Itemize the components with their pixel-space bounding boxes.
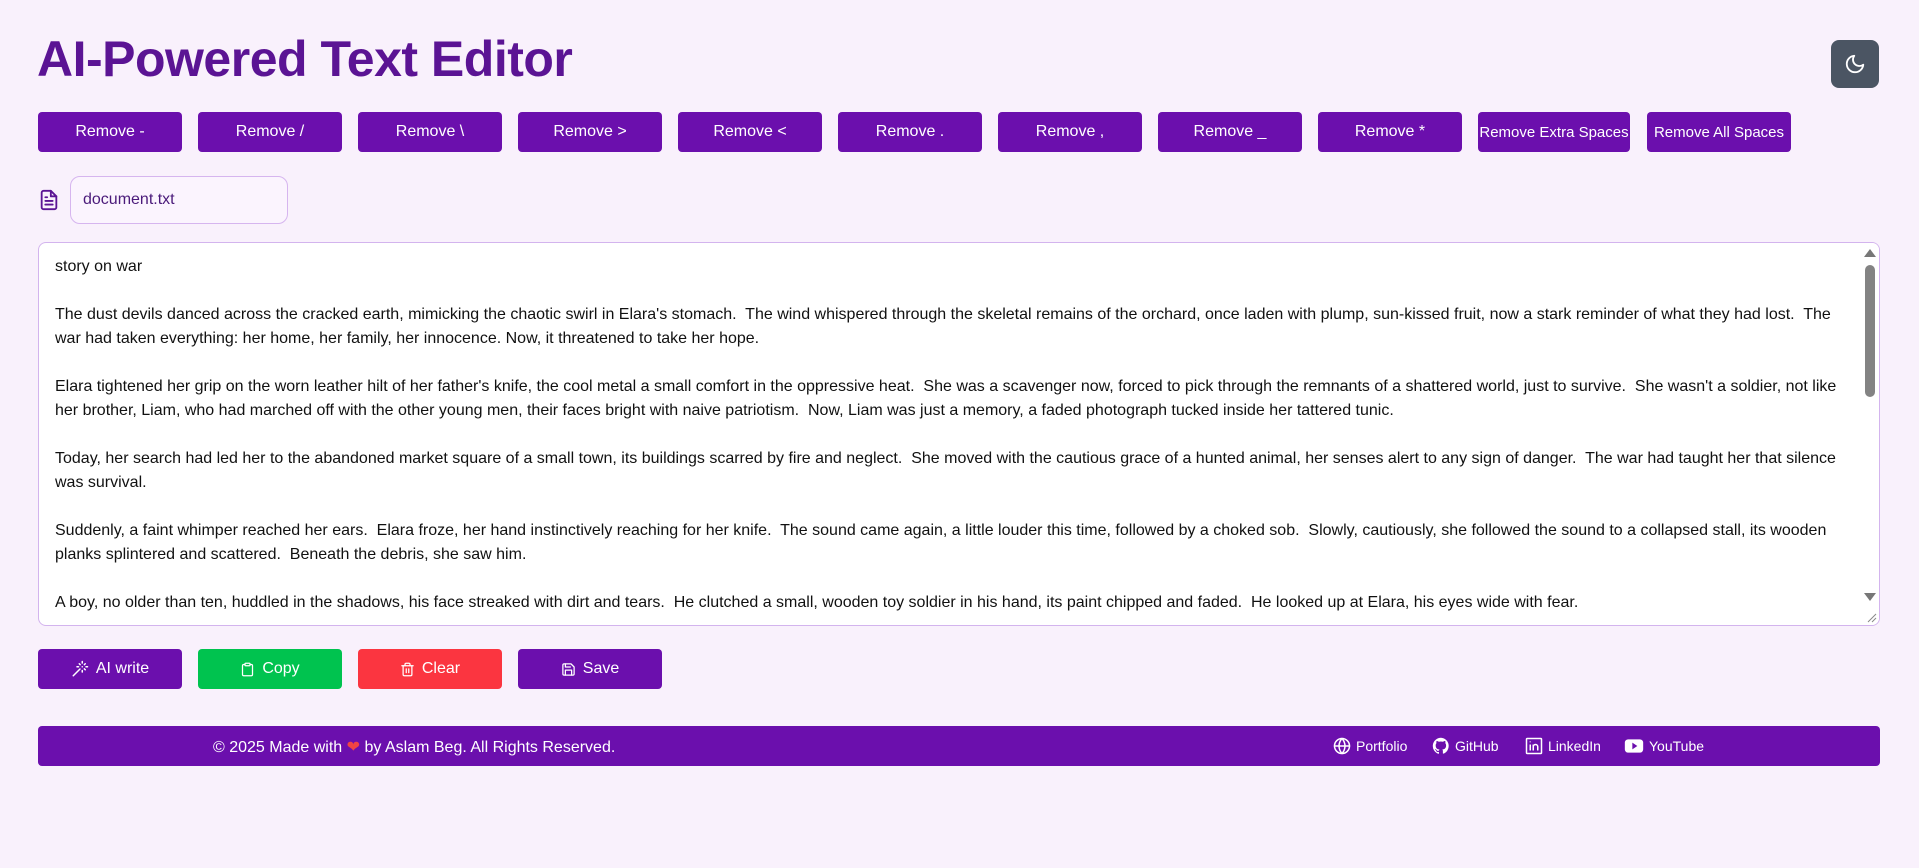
clear-label: Clear [421,660,461,677]
resize-grip-icon[interactable] [1865,611,1877,623]
remove-extra-spaces-button[interactable]: Remove Extra Spaces [1478,112,1630,152]
globe-icon [1333,737,1351,755]
remove-backslash-button[interactable]: Remove \ [358,112,502,152]
github-label: GitHub [1455,738,1499,754]
magic-wand-icon [72,660,89,677]
copyright-text: © 2025 Made with ❤ by Aslam Beg. All Rig… [213,737,615,757]
clipboard-icon [242,662,254,676]
file-name-input[interactable] [70,176,288,224]
save-button[interactable]: Save [518,649,662,689]
remove-all-spaces-button[interactable]: Remove All Spaces [1647,112,1791,152]
scroll-up-arrow-icon[interactable] [1864,249,1876,257]
heart-icon: ❤ [346,739,361,756]
copyright-suffix: by Aslam Beg. All Rights Reserved. [364,739,616,756]
remove-greater-than-button[interactable]: Remove > [518,112,662,152]
page-title: AI-Powered Text Editor [37,31,573,87]
remove-less-than-button[interactable]: Remove < [678,112,822,152]
remove-underscore-button[interactable]: Remove _ [1158,112,1302,152]
remove-dash-button[interactable]: Remove - [38,112,182,152]
copyright-prefix: © 2025 Made with [213,739,343,756]
text-editor[interactable]: story on war The dust devils danced acro… [38,242,1880,626]
moon-icon [1845,54,1865,74]
trash-icon [401,662,414,676]
document-icon [40,189,58,211]
youtube-label: YouTube [1649,738,1705,754]
clear-button[interactable]: Clear [358,649,502,689]
linkedin-link[interactable]: LinkedIn [1525,726,1601,766]
save-icon [562,662,575,676]
remove-slash-button[interactable]: Remove / [198,112,342,152]
footer: © 2025 Made with ❤ by Aslam Beg. All Rig… [38,726,1880,766]
ai-write-label: AI write [95,660,150,677]
scroll-down-arrow-icon[interactable] [1864,593,1876,601]
portfolio-link[interactable]: Portfolio [1333,726,1407,766]
remove-period-button[interactable]: Remove . [838,112,982,152]
editor-scrollbar[interactable] [1862,243,1879,625]
github-icon [1432,737,1449,754]
copy-button[interactable]: Copy [198,649,342,689]
portfolio-label: Portfolio [1356,738,1408,754]
theme-toggle-button[interactable] [1831,40,1879,88]
linkedin-icon [1525,737,1543,755]
scroll-thumb[interactable] [1865,265,1875,397]
remove-comma-button[interactable]: Remove , [998,112,1142,152]
editor-content[interactable]: story on war The dust devils danced acro… [55,255,1843,625]
ai-write-button[interactable]: AI write [38,649,182,689]
github-link[interactable]: GitHub [1432,726,1499,766]
copy-label: Copy [262,660,300,677]
save-label: Save [582,660,620,677]
youtube-icon [1624,739,1644,753]
youtube-link[interactable]: YouTube [1624,726,1704,766]
remove-asterisk-button[interactable]: Remove * [1318,112,1462,152]
linkedin-label: LinkedIn [1548,738,1601,754]
